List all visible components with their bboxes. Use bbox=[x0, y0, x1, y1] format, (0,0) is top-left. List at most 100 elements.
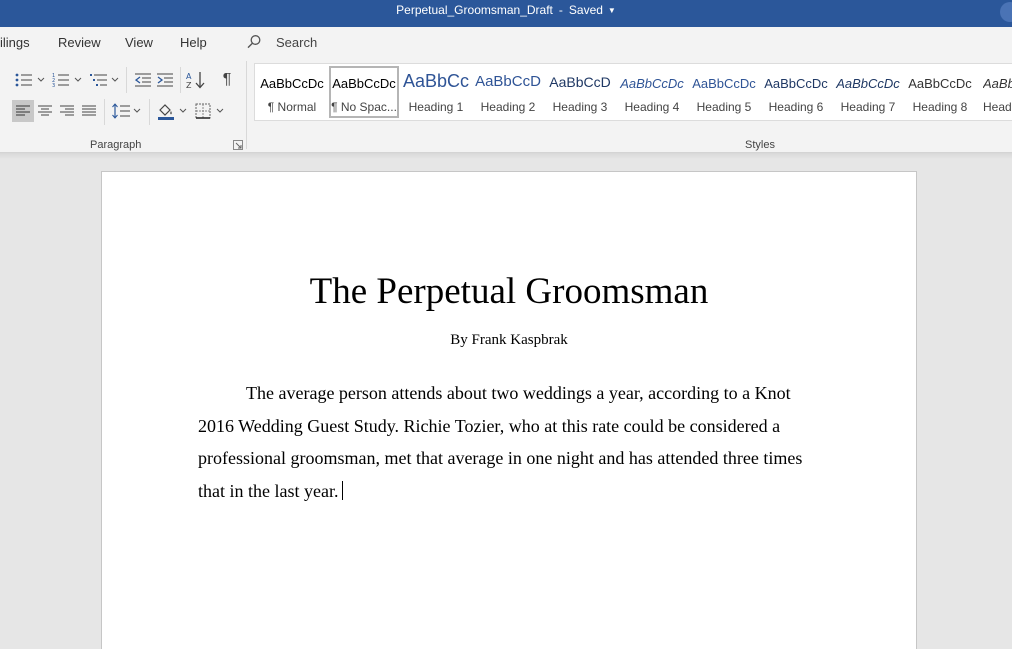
save-status: Saved bbox=[568, 3, 603, 17]
style-preview: AaBbCcDc bbox=[836, 76, 900, 91]
style-heading-7[interactable]: AaBbCcDc Heading 7 bbox=[833, 66, 903, 118]
align-right-icon bbox=[60, 105, 74, 116]
title-bar: Perpetual_Groomsman_Draft - Saved ▼ bbox=[0, 0, 1012, 27]
ribbon-tabs: ilings Review View Help Search bbox=[0, 27, 1012, 57]
styles-gallery: AaBbCcDc ¶ Normal AaBbCcDc ¶ No Spac... … bbox=[254, 63, 1012, 121]
multilevel-list-button[interactable] bbox=[88, 69, 110, 91]
style-name: Heading 8 bbox=[912, 100, 968, 114]
search-label: Search bbox=[276, 35, 318, 50]
paragraph-text: The average person attends about two wed… bbox=[198, 383, 803, 501]
tab-mailings[interactable]: ilings bbox=[0, 35, 30, 50]
style-heading-9[interactable]: AaBbCcDc Heading 9 bbox=[977, 66, 1012, 118]
style-preview: AaBbCcDc bbox=[764, 76, 828, 91]
style-name: Heading 3 bbox=[552, 100, 608, 114]
increase-indent-icon bbox=[157, 73, 173, 87]
svg-text:A: A bbox=[186, 72, 192, 81]
style-name: Heading 6 bbox=[768, 100, 824, 114]
title-separator: - bbox=[558, 3, 563, 17]
shading-button[interactable] bbox=[155, 100, 177, 122]
align-center-icon bbox=[38, 105, 52, 116]
increase-indent-button[interactable] bbox=[154, 69, 176, 91]
group-divider bbox=[246, 61, 247, 149]
style-name: ¶ Normal bbox=[267, 100, 317, 114]
document-title[interactable]: The Perpetual Groomsman bbox=[102, 270, 916, 313]
style-heading-8[interactable]: AaBbCcDc Heading 8 bbox=[905, 66, 975, 118]
style-name: Heading 7 bbox=[840, 100, 896, 114]
align-center-button[interactable] bbox=[34, 100, 56, 122]
paint-bucket-icon bbox=[158, 104, 174, 120]
style-name: Heading 5 bbox=[696, 100, 752, 114]
align-right-button[interactable] bbox=[56, 100, 78, 122]
window-title[interactable]: Perpetual_Groomsman_Draft - Saved ▼ bbox=[0, 0, 1012, 20]
style-preview: AaBbCcDc bbox=[908, 76, 972, 91]
style-name: Heading 4 bbox=[624, 100, 680, 114]
style-preview: AaBbCcD bbox=[549, 74, 611, 90]
style-normal[interactable]: AaBbCcDc ¶ Normal bbox=[257, 66, 327, 118]
style-name: Heading 2 bbox=[480, 100, 536, 114]
multilevel-list-icon bbox=[90, 74, 107, 86]
document-name: Perpetual_Groomsman_Draft bbox=[396, 3, 553, 17]
divider bbox=[126, 67, 127, 93]
borders-button[interactable] bbox=[192, 100, 214, 122]
divider bbox=[104, 99, 105, 125]
style-heading-3[interactable]: AaBbCcD Heading 3 bbox=[545, 66, 615, 118]
justify-icon bbox=[82, 105, 96, 116]
style-heading-2[interactable]: AaBbCcD Heading 2 bbox=[473, 66, 543, 118]
style-preview: AaBbCcDc bbox=[620, 76, 684, 91]
style-name: ¶ No Spac... bbox=[331, 100, 397, 114]
styles-group-label: Styles bbox=[745, 139, 775, 151]
chevron-down-icon[interactable] bbox=[179, 107, 187, 115]
chevron-down-icon[interactable] bbox=[133, 107, 141, 115]
decrease-indent-icon bbox=[135, 73, 151, 87]
numbering-button[interactable]: 1 2 3 bbox=[50, 69, 72, 91]
chevron-down-icon[interactable] bbox=[74, 76, 82, 84]
style-preview: AaBbCcDc bbox=[260, 76, 324, 91]
style-no-spacing[interactable]: AaBbCcDc ¶ No Spac... bbox=[329, 66, 399, 118]
style-heading-5[interactable]: AaBbCcDc Heading 5 bbox=[689, 66, 759, 118]
line-spacing-icon bbox=[112, 103, 130, 119]
divider bbox=[180, 67, 181, 93]
justify-button[interactable] bbox=[78, 100, 100, 122]
style-preview: AaBbCcDc bbox=[332, 76, 396, 91]
search-icon bbox=[247, 35, 261, 49]
tab-review[interactable]: Review bbox=[58, 35, 101, 50]
ribbon-shadow bbox=[0, 153, 1012, 159]
ribbon: 1 2 3 A Z ¶ Paragraph AaBbCcDc ¶ Normal … bbox=[0, 57, 1012, 153]
style-heading-6[interactable]: AaBbCcDc Heading 6 bbox=[761, 66, 831, 118]
sort-button[interactable]: A Z bbox=[185, 69, 207, 91]
align-left-button[interactable] bbox=[12, 100, 34, 122]
show-formatting-marks-button[interactable]: ¶ bbox=[216, 69, 238, 91]
chevron-down-icon[interactable]: ▼ bbox=[608, 6, 616, 15]
style-preview: AaBbCcDc bbox=[692, 76, 756, 91]
style-preview: AaBbCc bbox=[402, 71, 470, 91]
align-left-icon bbox=[16, 105, 30, 116]
chevron-down-icon[interactable] bbox=[37, 76, 45, 84]
style-heading-4[interactable]: AaBbCcDc Heading 4 bbox=[617, 66, 687, 118]
bullets-button[interactable] bbox=[13, 69, 35, 91]
chevron-down-icon[interactable] bbox=[111, 76, 119, 84]
bullet-list-icon bbox=[15, 73, 32, 87]
tab-view[interactable]: View bbox=[125, 35, 153, 50]
pilcrow-icon: ¶ bbox=[222, 71, 232, 88]
line-spacing-button[interactable] bbox=[110, 100, 132, 122]
sort-icon: A Z bbox=[186, 72, 205, 89]
dialog-launcher-icon[interactable] bbox=[233, 140, 243, 150]
text-cursor bbox=[342, 480, 344, 500]
divider bbox=[149, 99, 150, 125]
tab-help[interactable]: Help bbox=[180, 35, 207, 50]
style-name: Heading 9 bbox=[983, 100, 1012, 114]
style-heading-1[interactable]: AaBbCc Heading 1 bbox=[401, 66, 471, 118]
document-byline[interactable]: By Frank Kaspbrak bbox=[102, 332, 916, 349]
numbered-list-icon: 1 2 3 bbox=[52, 73, 69, 88]
decrease-indent-button[interactable] bbox=[132, 69, 154, 91]
document-page[interactable]: The Perpetual Groomsman By Frank Kaspbra… bbox=[101, 171, 917, 649]
chevron-down-icon[interactable] bbox=[216, 107, 224, 115]
document-paragraph[interactable]: The average person attends about two wed… bbox=[198, 377, 823, 507]
style-name: Heading 1 bbox=[408, 100, 464, 114]
paragraph-group-label: Paragraph bbox=[90, 139, 142, 151]
svg-text:3: 3 bbox=[52, 83, 55, 88]
svg-text:Z: Z bbox=[186, 81, 192, 89]
style-preview: AaBbCcD bbox=[475, 73, 541, 90]
style-preview: AaBbCcDc bbox=[983, 76, 1012, 91]
borders-icon bbox=[195, 103, 211, 119]
